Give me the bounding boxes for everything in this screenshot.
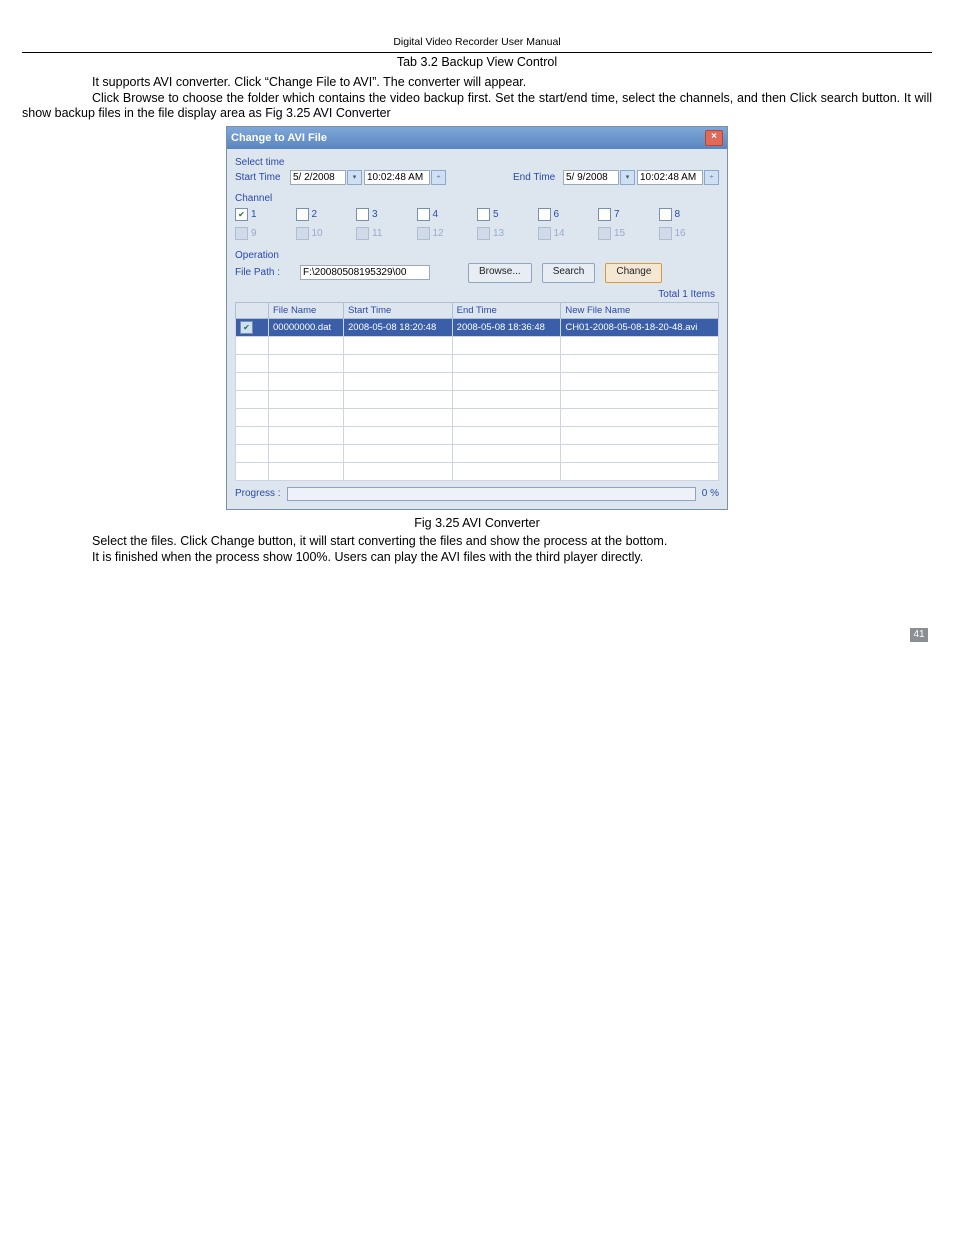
channel-checkbox-6[interactable]: 6 [538,208,599,221]
progress-label: Progress : [235,488,281,499]
end-date-field[interactable]: 5/ 9/2008 [563,170,619,185]
start-clock-field[interactable]: 10:02:48 AM [364,170,430,185]
paragraph-3: Select the files. Click Change button, i… [22,534,932,550]
paragraph-2: Click Browse to choose the folder which … [22,91,932,122]
table-header-row: File Name Start Time End Time New File N… [236,302,719,318]
chevron-down-icon[interactable]: ▾ [347,170,362,185]
channel-checkbox-10: 10 [296,227,357,240]
paragraph-1: It supports AVI converter. Click “Change… [22,75,932,91]
search-button[interactable]: Search [542,263,596,283]
table-row [236,372,719,390]
col-checkbox[interactable] [236,302,269,318]
start-time-label: Start Time [235,172,290,183]
spinner-icon[interactable]: ÷ [431,170,446,185]
channel-checkbox-12: 12 [417,227,478,240]
col-end-time[interactable]: End Time [452,302,561,318]
table-row [236,408,719,426]
cell-end-time: 2008-05-08 18:36:48 [452,318,561,336]
header-rule [22,52,932,53]
col-new-file-name[interactable]: New File Name [561,302,719,318]
channel-checkbox-3[interactable]: 3 [356,208,417,221]
page-header: Digital Video Recorder User Manual [22,36,932,48]
channel-checkbox-2[interactable]: 2 [296,208,357,221]
cell-file-name: 00000000.dat [269,318,344,336]
channel-checkbox-9: 9 [235,227,296,240]
channel-grid: ✔1 2 3 4 5 6 7 8 9 10 11 12 13 14 15 16 [235,208,719,240]
cell-start-time: 2008-05-08 18:20:48 [344,318,453,336]
end-time-label: End Time [513,172,563,183]
channel-checkbox-7[interactable]: 7 [598,208,659,221]
table-row [236,444,719,462]
channel-checkbox-14: 14 [538,227,599,240]
paragraph-4: It is finished when the process show 100… [22,550,932,566]
browse-button[interactable]: Browse... [468,263,532,283]
avi-converter-dialog: Change to AVI File × Select time Start T… [226,126,728,510]
tab-caption: Tab 3.2 Backup View Control [22,55,932,69]
table-row [236,390,719,408]
channel-checkbox-4[interactable]: 4 [417,208,478,221]
dialog-title-bar[interactable]: Change to AVI File × [227,127,727,149]
chevron-down-icon[interactable]: ▾ [620,170,635,185]
dialog-title: Change to AVI File [231,132,327,144]
channel-checkbox-8[interactable]: 8 [659,208,720,221]
col-start-time[interactable]: Start Time [344,302,453,318]
table-row[interactable]: ✔ 00000000.dat 2008-05-08 18:20:48 2008-… [236,318,719,336]
channel-checkbox-13: 13 [477,227,538,240]
channel-checkbox-15: 15 [598,227,659,240]
file-path-label: File Path : [235,267,290,278]
channel-checkbox-1[interactable]: ✔1 [235,208,296,221]
channel-group-label: Channel [235,193,719,204]
col-file-name[interactable]: File Name [269,302,344,318]
file-path-field[interactable]: F:\20080508195329\00 [300,265,430,280]
channel-checkbox-11: 11 [356,227,417,240]
figure-caption: Fig 3.25 AVI Converter [22,516,932,530]
end-clock-field[interactable]: 10:02:48 AM [637,170,703,185]
file-list-table: File Name Start Time End Time New File N… [235,302,719,481]
spinner-icon[interactable]: ÷ [704,170,719,185]
table-row [236,336,719,354]
operation-group-label: Operation [235,250,719,261]
close-icon[interactable]: × [705,130,723,146]
table-row [236,354,719,372]
select-time-group-label: Select time [235,157,719,168]
total-items-label: Total 1 Items [235,289,715,300]
progress-percent: 0 % [702,488,719,499]
table-row [236,462,719,480]
channel-checkbox-16: 16 [659,227,720,240]
channel-checkbox-5[interactable]: 5 [477,208,538,221]
page-number: 41 [910,628,928,642]
change-button[interactable]: Change [605,263,662,283]
start-date-field[interactable]: 5/ 2/2008 [290,170,346,185]
table-row [236,426,719,444]
progress-bar [287,487,696,501]
cell-new-file-name: CH01-2008-05-08-18-20-48.avi [561,318,719,336]
